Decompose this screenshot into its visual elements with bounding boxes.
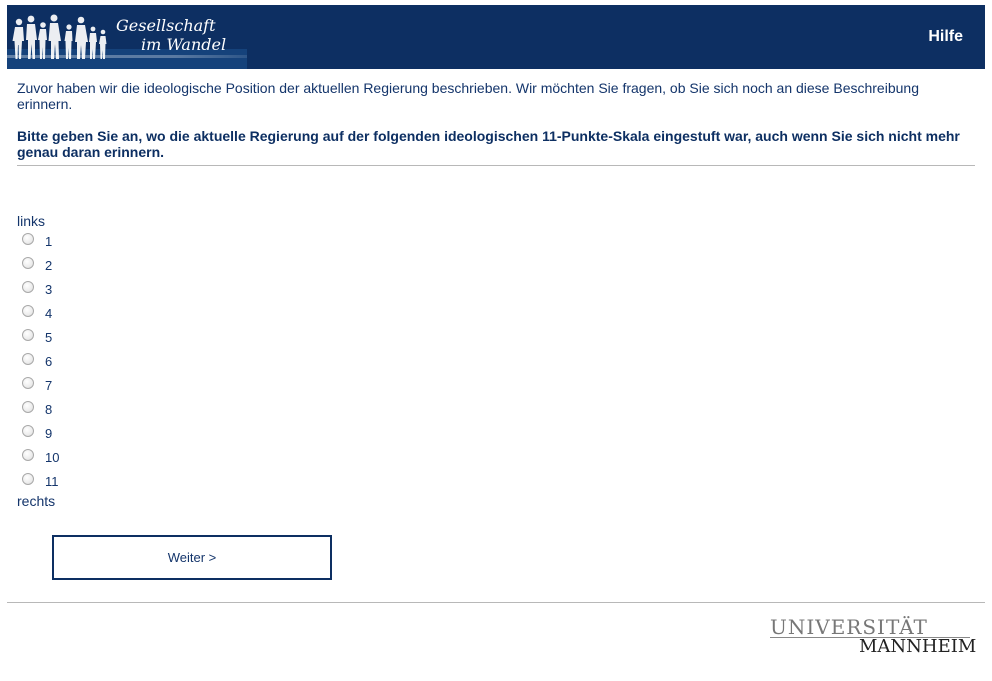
radio-button[interactable] bbox=[22, 281, 34, 293]
logo-title-line2: im Wandel bbox=[141, 35, 227, 54]
option-label: 1 bbox=[45, 234, 53, 249]
radio-button[interactable] bbox=[22, 233, 34, 245]
option-label: 9 bbox=[45, 426, 53, 441]
survey-logo: Gesellschaft im Wandel bbox=[7, 5, 247, 69]
scale-option-7[interactable]: 7 bbox=[22, 376, 102, 396]
radio-button[interactable] bbox=[22, 449, 34, 461]
question-text: Bitte geben Sie an, wo die aktuelle Regi… bbox=[17, 128, 960, 160]
scale-option-11[interactable]: 11 bbox=[22, 472, 102, 492]
radio-button[interactable] bbox=[22, 401, 34, 413]
radio-button[interactable] bbox=[22, 257, 34, 269]
footer-divider bbox=[7, 602, 985, 603]
radio-button[interactable] bbox=[22, 353, 34, 365]
next-button[interactable]: Weiter > bbox=[52, 535, 332, 580]
scale-option-3[interactable]: 3 bbox=[22, 280, 102, 300]
option-label: 10 bbox=[45, 450, 60, 465]
scale-option-9[interactable]: 9 bbox=[22, 424, 102, 444]
option-label: 5 bbox=[45, 330, 53, 345]
university-logo-line2: MANNHEIM bbox=[859, 636, 977, 657]
logo-title-line1: Gesellschaft bbox=[116, 16, 216, 35]
help-link[interactable]: Hilfe bbox=[928, 28, 963, 46]
page-header: Gesellschaft im Wandel Hilfe bbox=[7, 5, 985, 69]
scale-option-4[interactable]: 4 bbox=[22, 304, 102, 324]
option-label: 8 bbox=[45, 402, 53, 417]
option-label: 3 bbox=[45, 282, 53, 297]
option-label: 2 bbox=[45, 258, 53, 273]
option-label: 6 bbox=[45, 354, 53, 369]
scale-option-10[interactable]: 10 bbox=[22, 448, 102, 468]
option-label: 4 bbox=[45, 306, 53, 321]
radio-button[interactable] bbox=[22, 473, 34, 485]
scale-option-2[interactable]: 2 bbox=[22, 256, 102, 276]
option-label: 7 bbox=[45, 378, 53, 393]
university-logo: UNIVERSITÄT MANNHEIM bbox=[770, 615, 976, 657]
radio-button[interactable] bbox=[22, 377, 34, 389]
radio-button[interactable] bbox=[22, 329, 34, 341]
option-label: 11 bbox=[45, 474, 59, 489]
radio-button[interactable] bbox=[22, 305, 34, 317]
intro-text: Zuvor haben wir die ideologische Positio… bbox=[17, 80, 919, 112]
scale-left-label: links bbox=[17, 213, 46, 229]
radio-button[interactable] bbox=[22, 425, 34, 437]
scale-option-8[interactable]: 8 bbox=[22, 400, 102, 420]
scale-option-1[interactable]: 1 bbox=[22, 232, 102, 252]
scale-right-label: rechts bbox=[17, 493, 56, 509]
scale-option-5[interactable]: 5 bbox=[22, 328, 102, 348]
divider bbox=[17, 165, 975, 166]
scale-option-6[interactable]: 6 bbox=[22, 352, 102, 372]
